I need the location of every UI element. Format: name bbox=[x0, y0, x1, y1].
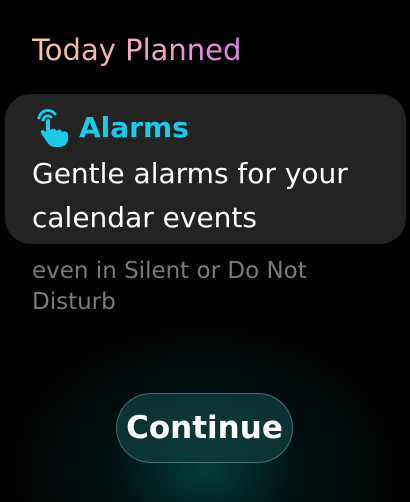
watch-screen: Today Planned Alarms Gentle alarms for y… bbox=[0, 0, 410, 502]
continue-button[interactable]: Continue bbox=[116, 393, 293, 463]
card-label: Alarms bbox=[79, 111, 189, 144]
scrolling-continuation-text: even in Silent or Do Not Disturb bbox=[32, 258, 307, 315]
card-body-text: Gentle alarms for your calendar events bbox=[32, 157, 348, 234]
app-title: Today Planned bbox=[32, 33, 242, 67]
hand-tap-icon bbox=[35, 108, 71, 148]
card-header: Alarms bbox=[35, 108, 189, 148]
feature-card: Alarms Gentle alarms for your calendar e… bbox=[5, 94, 406, 244]
